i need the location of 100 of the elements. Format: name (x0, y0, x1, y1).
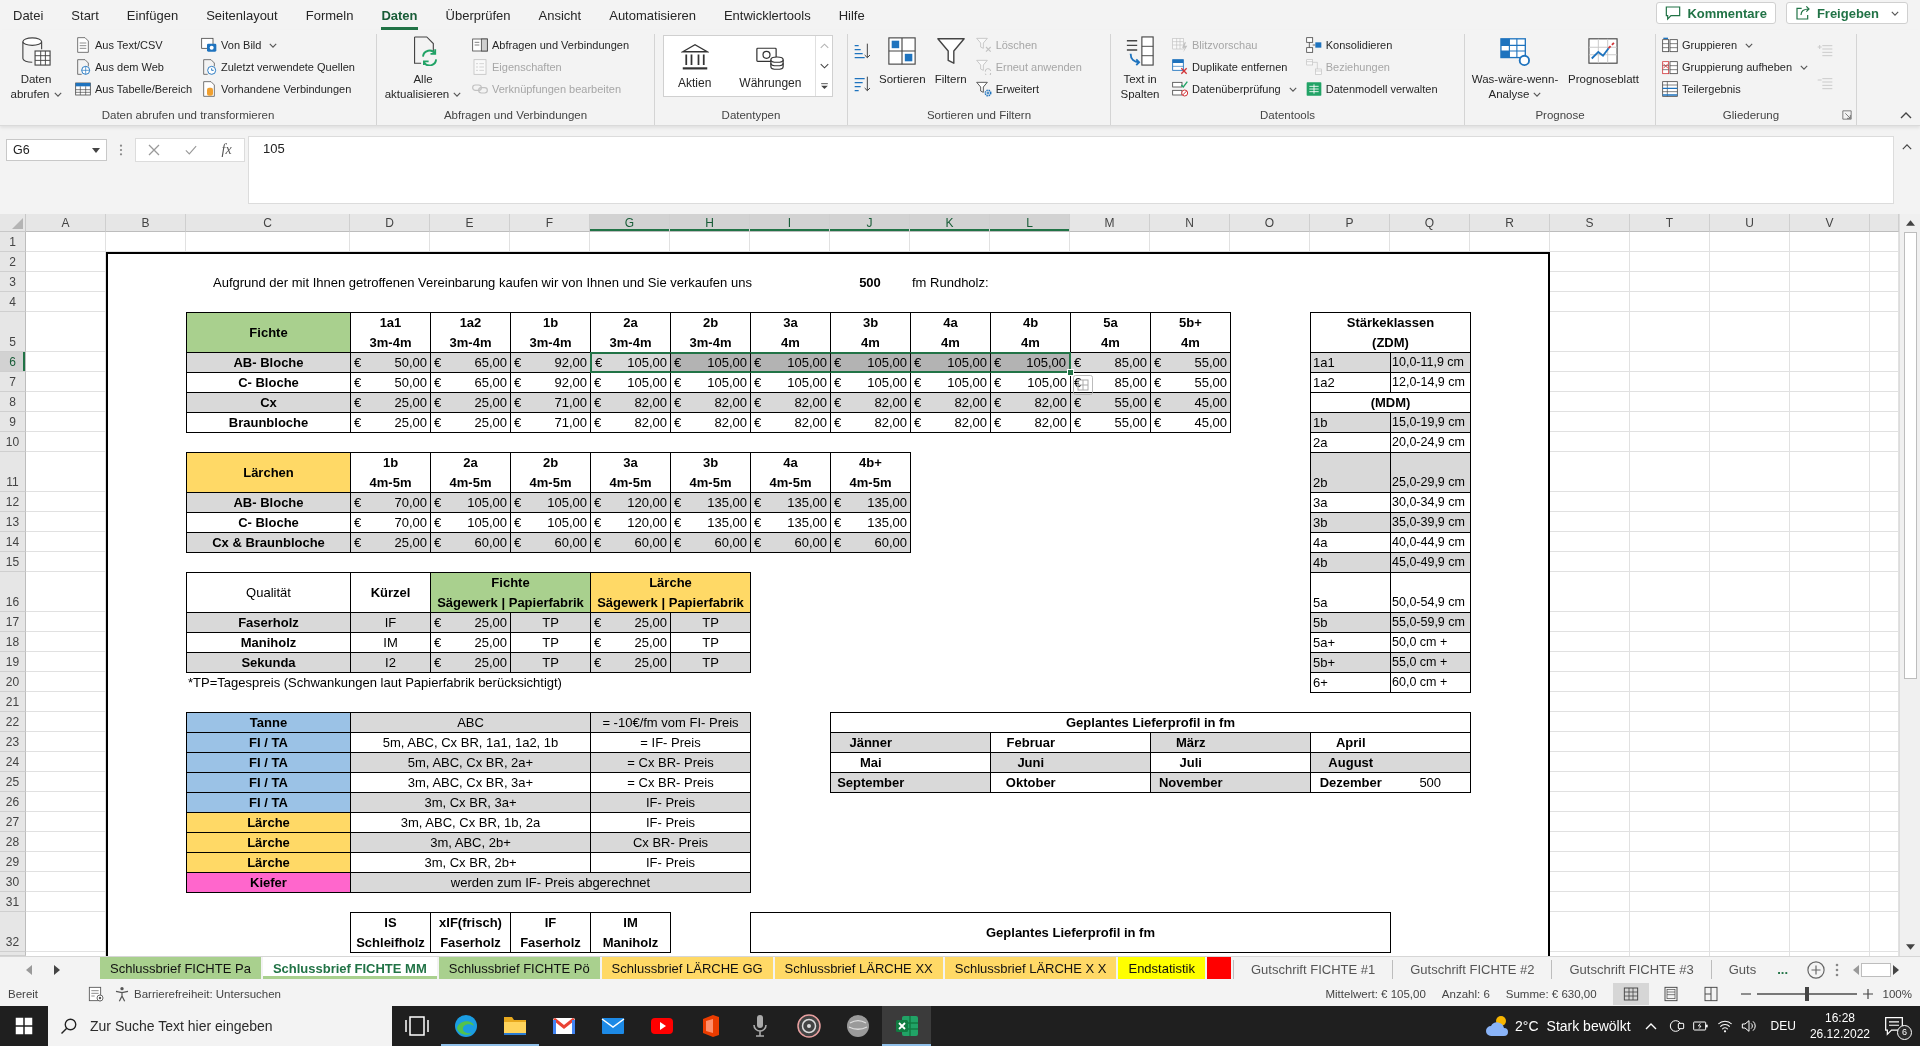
column-header[interactable]: R (1470, 214, 1550, 232)
ribbon-button[interactable]: Alle aktualisieren (381, 34, 465, 102)
column-header[interactable]: T (1630, 214, 1710, 232)
sheet-record-icon[interactable] (88, 986, 104, 1002)
sheet-tab[interactable]: Gutschrift FICHTE #3 (1551, 960, 1711, 979)
plus-icon[interactable] (1862, 989, 1873, 999)
ribbon-button[interactable]: Abfragen und Verbindungen (470, 34, 631, 56)
row-header[interactable]: 14 (0, 532, 26, 552)
column-header[interactable]: D (350, 214, 430, 232)
column-header[interactable]: J (830, 214, 910, 232)
ribbon-button[interactable]: Was-wäre-wenn-Analyse (1469, 34, 1561, 102)
ribbon-button[interactable]: Konsolidieren (1303, 34, 1440, 56)
menu-tab[interactable]: Datei (13, 0, 44, 30)
menu-tab[interactable]: Überprüfen (445, 0, 511, 30)
row-header[interactable]: 23 (0, 732, 26, 752)
row-header[interactable]: 25 (0, 772, 26, 792)
ribbon-button[interactable]: Sortieren (877, 34, 928, 87)
language-indicator[interactable]: DEU (1770, 1019, 1796, 1033)
sheet-tab[interactable]: Schlussbrief FICHTE MM (262, 957, 437, 979)
menu-tab[interactable]: Start (71, 0, 99, 30)
search-field[interactable]: Zur Suche Text hier eingeben (48, 1006, 392, 1046)
row-header[interactable]: 10 (0, 432, 26, 452)
ribbon-button[interactable]: Aus Tabelle/Bereich (73, 78, 195, 100)
sheet-tab[interactable] (1206, 957, 1231, 979)
column-header[interactable]: G (590, 214, 670, 232)
view-button[interactable] (1612, 983, 1649, 1005)
column-header[interactable]: F (510, 214, 590, 232)
sheet-tab[interactable]: Gutschrift FICHTE #2 (1392, 960, 1552, 979)
sheet-tab[interactable]: Schlussbrief LÄRCHE GG (601, 957, 773, 979)
row-header[interactable]: 9 (0, 412, 26, 432)
speaker-icon[interactable] (1740, 1018, 1757, 1034)
column-header[interactable]: P (1310, 214, 1390, 232)
ribbon-button[interactable]: Datenmodell verwalten (1303, 78, 1440, 100)
ribbon-button[interactable]: Duplikate entfernen (1170, 56, 1299, 78)
triangle-up-icon[interactable] (1905, 220, 1915, 226)
column-header[interactable]: A (26, 214, 106, 232)
menu-tab[interactable]: Seitenlayout (206, 0, 278, 30)
chevron-down-icon[interactable] (819, 63, 829, 69)
data-type-button[interactable]: Aktien (664, 36, 726, 96)
column-header[interactable]: O (1230, 214, 1310, 232)
row-header[interactable]: 29 (0, 852, 26, 872)
row-header[interactable]: 12 (0, 492, 26, 512)
sheet-tab[interactable]: Guts (1710, 960, 1774, 979)
insert-function-button[interactable]: fx (221, 142, 232, 158)
scrollbar-thumb[interactable] (1903, 232, 1917, 679)
chevron-up-light-icon[interactable] (1644, 1022, 1657, 1030)
data-type-button[interactable]: Währungen (725, 36, 816, 96)
triangle-down-icon[interactable] (1905, 944, 1915, 950)
ribbon-button[interactable]: Text in Spalten (1115, 34, 1165, 102)
battery-plug-icon[interactable] (1692, 1018, 1709, 1034)
comments-button[interactable]: Kommentare (1656, 2, 1776, 24)
triangle-right-icon[interactable] (54, 964, 60, 975)
grid-badge-icon[interactable] (1073, 375, 1093, 395)
menu-tab[interactable]: Einfügen (126, 0, 179, 30)
check-icon[interactable] (184, 144, 197, 156)
ribbon-button[interactable]: Daten abrufen (4, 34, 68, 102)
row-header[interactable]: 4 (0, 292, 26, 312)
row-header[interactable]: 19 (0, 652, 26, 672)
minus-icon[interactable] (1740, 993, 1751, 995)
vertical-scrollbar[interactable] (1899, 214, 1920, 956)
row-header[interactable]: 1 (0, 232, 26, 252)
name-box[interactable]: G6 (6, 139, 107, 161)
row-header[interactable]: 15 (0, 552, 26, 572)
column-header[interactable]: N (1150, 214, 1230, 232)
sheet-tab[interactable]: Endstatistik (1118, 957, 1205, 979)
row-header[interactable]: 20 (0, 672, 26, 692)
ribbon-button[interactable]: Von Bild (199, 34, 357, 56)
row-header[interactable]: 2 (0, 252, 26, 272)
row-header[interactable]: 16 (0, 572, 26, 612)
ribbon-button[interactable]: Gruppierung aufheben (1660, 56, 1811, 78)
sheet-tab[interactable]: Gutschrift FICHTE #1 (1232, 960, 1393, 979)
column-header[interactable]: Q (1390, 214, 1470, 232)
menu-tab[interactable]: Daten (381, 0, 418, 30)
ribbon-button[interactable]: Aus Text/CSV (73, 34, 195, 56)
slider-thumb[interactable] (1804, 987, 1809, 1001)
row-header[interactable]: 7 (0, 372, 26, 392)
chevron-up-icon[interactable] (1900, 112, 1912, 119)
camera-circle-icon[interactable] (1668, 1018, 1685, 1034)
row-header[interactable]: 11 (0, 452, 26, 492)
row-header[interactable]: 18 (0, 632, 26, 652)
row-header[interactable]: 3 (0, 272, 26, 292)
ribbon-button[interactable]: Vorhandene Verbindungen (199, 78, 357, 100)
menu-tab[interactable]: Entwicklertools (723, 0, 811, 30)
ribbon-button[interactable]: Gruppieren (1660, 34, 1811, 56)
row-header[interactable]: 28 (0, 832, 26, 852)
accessibility-button[interactable]: Barrierefreiheit: Untersuchen (114, 986, 281, 1002)
row-header[interactable]: 24 (0, 752, 26, 772)
menu-tab[interactable]: Ansicht (538, 0, 582, 30)
taskbar-app-button[interactable] (882, 1006, 931, 1046)
column-header[interactable]: K (910, 214, 990, 232)
menu-tab[interactable]: Formeln (305, 0, 354, 30)
triangle-left-icon[interactable] (1853, 964, 1859, 975)
message-bubble-icon[interactable] (1884, 1016, 1904, 1036)
sheet-tab[interactable]: Schlussbrief LÄRCHE XX (774, 957, 943, 979)
triangle-left-icon[interactable] (26, 964, 32, 975)
row-header[interactable]: 31 (0, 892, 26, 912)
row-header[interactable]: 17 (0, 612, 26, 632)
row-header[interactable]: 13 (0, 512, 26, 532)
formula-field[interactable]: 105 (248, 136, 1894, 204)
ribbon-button[interactable]: Zuletzt verwendete Quellen (199, 56, 357, 78)
